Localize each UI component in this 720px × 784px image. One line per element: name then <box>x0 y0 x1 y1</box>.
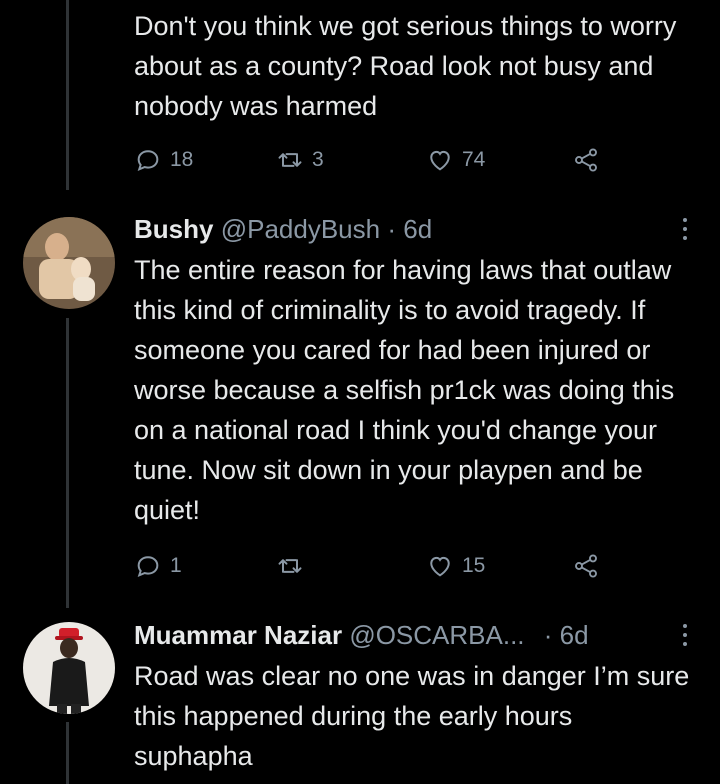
like-button[interactable]: 15 <box>426 548 485 584</box>
tweet[interactable]: Bushy @PaddyBush · 6d The entire reason … <box>0 200 720 608</box>
tweet-text: The entire reason for having laws that o… <box>134 255 675 525</box>
tweet-actions: 1 15 <box>134 548 614 584</box>
more-icon <box>683 218 687 222</box>
more-options-button[interactable] <box>676 214 694 244</box>
timestamp[interactable]: 6d <box>403 214 432 244</box>
reply-count: 1 <box>170 554 182 577</box>
reply-icon <box>137 556 159 578</box>
like-count: 15 <box>462 554 486 577</box>
share-icon <box>575 148 597 172</box>
tweet-actions: 18 3 74 <box>134 142 614 178</box>
like-icon <box>430 556 450 577</box>
like-count: 74 <box>462 148 486 171</box>
reply-button[interactable]: 18 <box>134 142 193 178</box>
reply-icon <box>137 150 159 172</box>
retweet-button[interactable]: 3 <box>276 142 324 178</box>
user-handle[interactable]: @OSCARBA... <box>349 620 524 650</box>
more-icon <box>683 624 687 628</box>
like-icon <box>430 150 450 171</box>
share-button[interactable] <box>572 142 600 178</box>
retweet-count: 3 <box>312 148 324 171</box>
reply-button[interactable]: 1 <box>134 548 182 584</box>
tweet-header: Bushy @PaddyBush · 6d <box>134 212 432 246</box>
separator-dot: · <box>543 620 553 650</box>
share-button[interactable] <box>572 548 600 584</box>
tweet-text: Road was clear no one was in danger I’m … <box>134 661 690 771</box>
retweet-button[interactable] <box>276 548 312 584</box>
share-icon <box>575 554 597 578</box>
tweet[interactable]: Don't you think we got serious things to… <box>0 0 720 200</box>
display-name[interactable]: Muammar Naziar <box>134 620 342 650</box>
tweet-header: Muammar Naziar @OSCARBA... · 6d <box>134 618 589 652</box>
user-handle[interactable]: @PaddyBush <box>221 214 380 244</box>
retweet-icon <box>278 559 302 573</box>
separator-dot: · <box>387 214 396 244</box>
like-button[interactable]: 74 <box>426 142 485 178</box>
avatar[interactable] <box>23 217 115 309</box>
reply-count: 18 <box>170 148 194 171</box>
display-name[interactable]: Bushy <box>134 214 213 244</box>
tweet[interactable]: Muammar Naziar @OSCARBA... · 6d Road was… <box>0 608 720 784</box>
more-options-button[interactable] <box>676 620 694 650</box>
retweet-icon <box>278 153 302 167</box>
timestamp[interactable]: 6d <box>560 620 589 650</box>
avatar[interactable] <box>23 622 115 714</box>
tweet-text: Don't you think we got serious things to… <box>134 11 677 121</box>
